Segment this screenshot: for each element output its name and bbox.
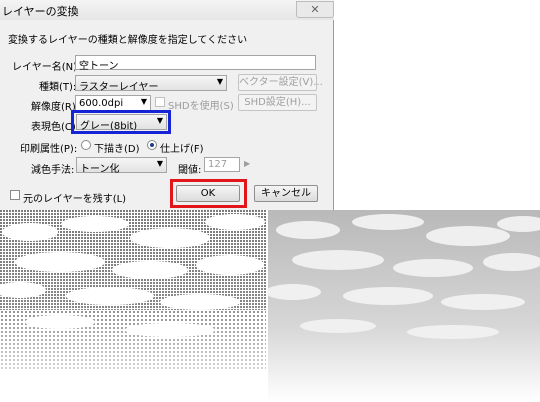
dialog-title: レイヤーの変換 bbox=[2, 5, 79, 18]
dialog-titlebar: レイヤーの変換 ✕ bbox=[0, 0, 334, 20]
type-label: 種類(T): bbox=[39, 82, 77, 93]
dropdown-arrow-icon: ▼ bbox=[156, 159, 163, 168]
shd-checkbox[interactable] bbox=[155, 97, 165, 107]
spin-arrow-icon[interactable]: ▶ bbox=[244, 159, 250, 168]
vector-settings-button[interactable]: ベクター設定(V)... bbox=[238, 74, 323, 91]
color-select-highlight bbox=[71, 110, 171, 134]
print-attr-draft-label: 下描き(D) bbox=[94, 144, 140, 155]
shd-checkbox-label: SHDを使用(S) bbox=[168, 101, 234, 112]
cancel-button[interactable]: キャンセル bbox=[254, 185, 318, 202]
type-select[interactable]: ラスターレイヤー ▼ bbox=[75, 75, 227, 93]
threshold-label: 閾値: bbox=[178, 165, 202, 176]
radio-selected-dot bbox=[150, 143, 154, 147]
tone-cloud-image bbox=[0, 210, 266, 402]
dropdown-arrow-icon: ▼ bbox=[140, 97, 147, 106]
ok-button-highlight bbox=[170, 179, 247, 208]
reduction-value: トーン化 bbox=[80, 164, 120, 175]
keep-original-checkbox[interactable] bbox=[10, 190, 20, 200]
shd-settings-button[interactable]: SHD設定(H)... bbox=[238, 94, 317, 111]
dropdown-arrow-icon: ▼ bbox=[216, 77, 223, 86]
print-attr-draft-radio[interactable] bbox=[81, 140, 91, 150]
resolution-select[interactable]: 600.0dpi ▼ bbox=[75, 95, 151, 111]
print-attr-final-radio[interactable] bbox=[147, 140, 157, 150]
tone-preview-left bbox=[0, 210, 266, 402]
reduction-select[interactable]: トーン化 ▼ bbox=[76, 157, 167, 175]
instruction-text: 変換するレイヤーの種類と解像度を指定してください bbox=[8, 35, 248, 46]
close-icon: ✕ bbox=[310, 3, 320, 16]
threshold-input[interactable]: 127 bbox=[204, 157, 240, 172]
layer-name-label: レイヤー名(N): bbox=[12, 62, 81, 73]
layer-name-input[interactable]: 空トーン bbox=[75, 55, 316, 72]
keep-original-label: 元のレイヤーを残す(L) bbox=[23, 194, 127, 205]
gray-preview-right bbox=[268, 210, 540, 402]
type-value: ラスターレイヤー bbox=[79, 82, 159, 93]
print-attr-final-label: 仕上げ(F) bbox=[160, 144, 204, 155]
reduction-label: 減色手法: bbox=[31, 165, 75, 176]
gray-cloud-image bbox=[268, 210, 540, 402]
resolution-value: 600.0dpi bbox=[79, 98, 124, 109]
print-attr-label: 印刷属性(P): bbox=[20, 144, 78, 155]
close-button[interactable]: ✕ bbox=[296, 1, 334, 18]
convert-layer-dialog: レイヤーの変換 ✕ 変換するレイヤーの種類と解像度を指定してください レイヤー名… bbox=[0, 0, 334, 210]
